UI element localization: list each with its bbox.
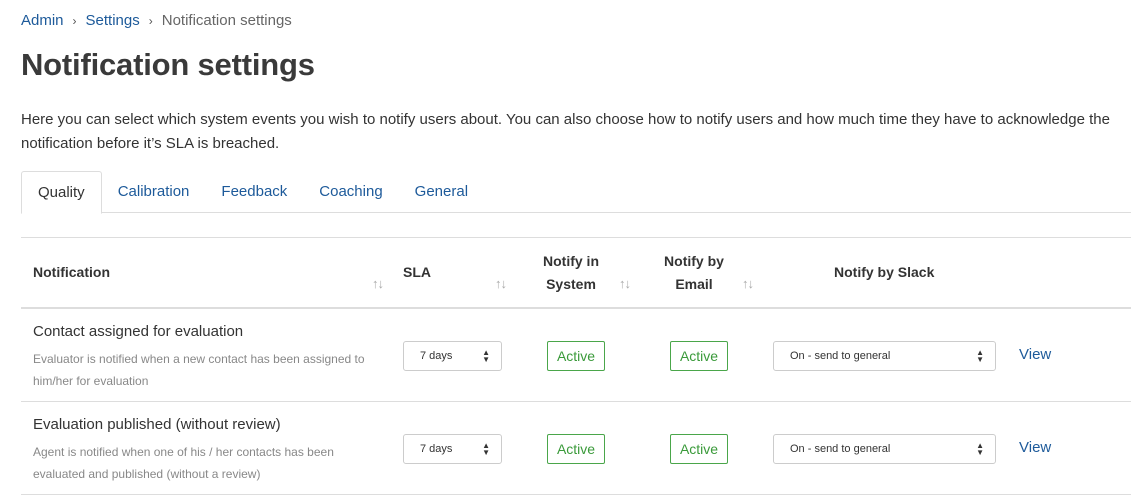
- system-status-toggle[interactable]: Active: [547, 341, 605, 371]
- sla-select[interactable]: 7 days ▲ ▼: [403, 434, 502, 464]
- slack-select[interactable]: On - send to general ▲ ▼: [773, 341, 996, 371]
- sort-icon[interactable]: ↑↓: [742, 276, 754, 291]
- tab-calibration[interactable]: Calibration: [102, 171, 206, 213]
- breadcrumb-separator: ›: [148, 13, 153, 28]
- table-header: Notification ↑↓ SLA ↑↓ Notify in System …: [21, 238, 1131, 309]
- email-status-toggle[interactable]: Active: [670, 341, 728, 371]
- header-notify-email[interactable]: Notify by Email: [654, 250, 734, 296]
- table-row: Contact assigned for evaluation Evaluato…: [21, 309, 1131, 402]
- row-description: Agent is notified when one of his / her …: [33, 445, 334, 481]
- breadcrumb: Admin › Settings › Notification settings: [21, 12, 292, 29]
- tab-coaching[interactable]: Coaching: [303, 171, 398, 213]
- tab-feedback[interactable]: Feedback: [205, 171, 303, 213]
- header-notification[interactable]: Notification: [33, 261, 110, 284]
- header-sla[interactable]: SLA: [403, 261, 431, 284]
- notifications-table: Notification ↑↓ SLA ↑↓ Notify in System …: [21, 237, 1131, 495]
- header-notify-email-line1: Notify by: [664, 253, 724, 269]
- sort-icon[interactable]: ↑↓: [495, 276, 507, 291]
- row-title: Contact assigned for evaluation: [33, 323, 244, 340]
- page-title: Notification settings: [21, 47, 315, 82]
- slack-select[interactable]: On - send to general ▲ ▼: [773, 434, 996, 464]
- slack-select-value: On - send to general: [790, 443, 891, 455]
- select-arrows-icon: ▲ ▼: [976, 348, 984, 364]
- row-title: Evaluation published (without review): [33, 416, 281, 433]
- select-arrows-icon: ▲ ▼: [482, 441, 490, 457]
- table-row: Evaluation published (without review) Ag…: [21, 402, 1131, 495]
- tab-bar: Quality Calibration Feedback Coaching Ge…: [21, 171, 1131, 214]
- email-status-toggle[interactable]: Active: [670, 434, 728, 464]
- select-arrows-icon: ▲ ▼: [482, 348, 490, 364]
- header-notify-slack: Notify by Slack: [834, 264, 935, 280]
- sort-icon[interactable]: ↑↓: [372, 276, 384, 291]
- sla-select[interactable]: 7 days ▲ ▼: [403, 341, 502, 371]
- tab-general[interactable]: General: [399, 171, 484, 213]
- tab-quality[interactable]: Quality: [21, 171, 102, 214]
- select-arrows-icon: ▲ ▼: [976, 441, 984, 457]
- view-link[interactable]: View: [1019, 439, 1051, 456]
- breadcrumb-settings[interactable]: Settings: [86, 12, 140, 29]
- page-description: Here you can select which system events …: [21, 111, 1110, 152]
- header-notify-system-line1: Notify in: [543, 253, 599, 269]
- sla-select-value: 7 days: [420, 350, 453, 362]
- breadcrumb-admin[interactable]: Admin: [21, 12, 64, 29]
- breadcrumb-current: Notification settings: [161, 12, 292, 29]
- sort-icon[interactable]: ↑↓: [619, 276, 631, 291]
- sla-select-value: 7 days: [420, 443, 453, 455]
- system-status-toggle[interactable]: Active: [547, 434, 605, 464]
- header-notify-system-line2: System: [546, 276, 596, 292]
- slack-select-value: On - send to general: [790, 350, 891, 362]
- header-notify-system[interactable]: Notify in System: [531, 250, 611, 296]
- row-description: Evaluator is notified when a new contact…: [33, 352, 365, 388]
- view-link[interactable]: View: [1019, 346, 1051, 363]
- breadcrumb-separator: ›: [72, 13, 77, 28]
- header-notify-email-line2: Email: [675, 276, 713, 292]
